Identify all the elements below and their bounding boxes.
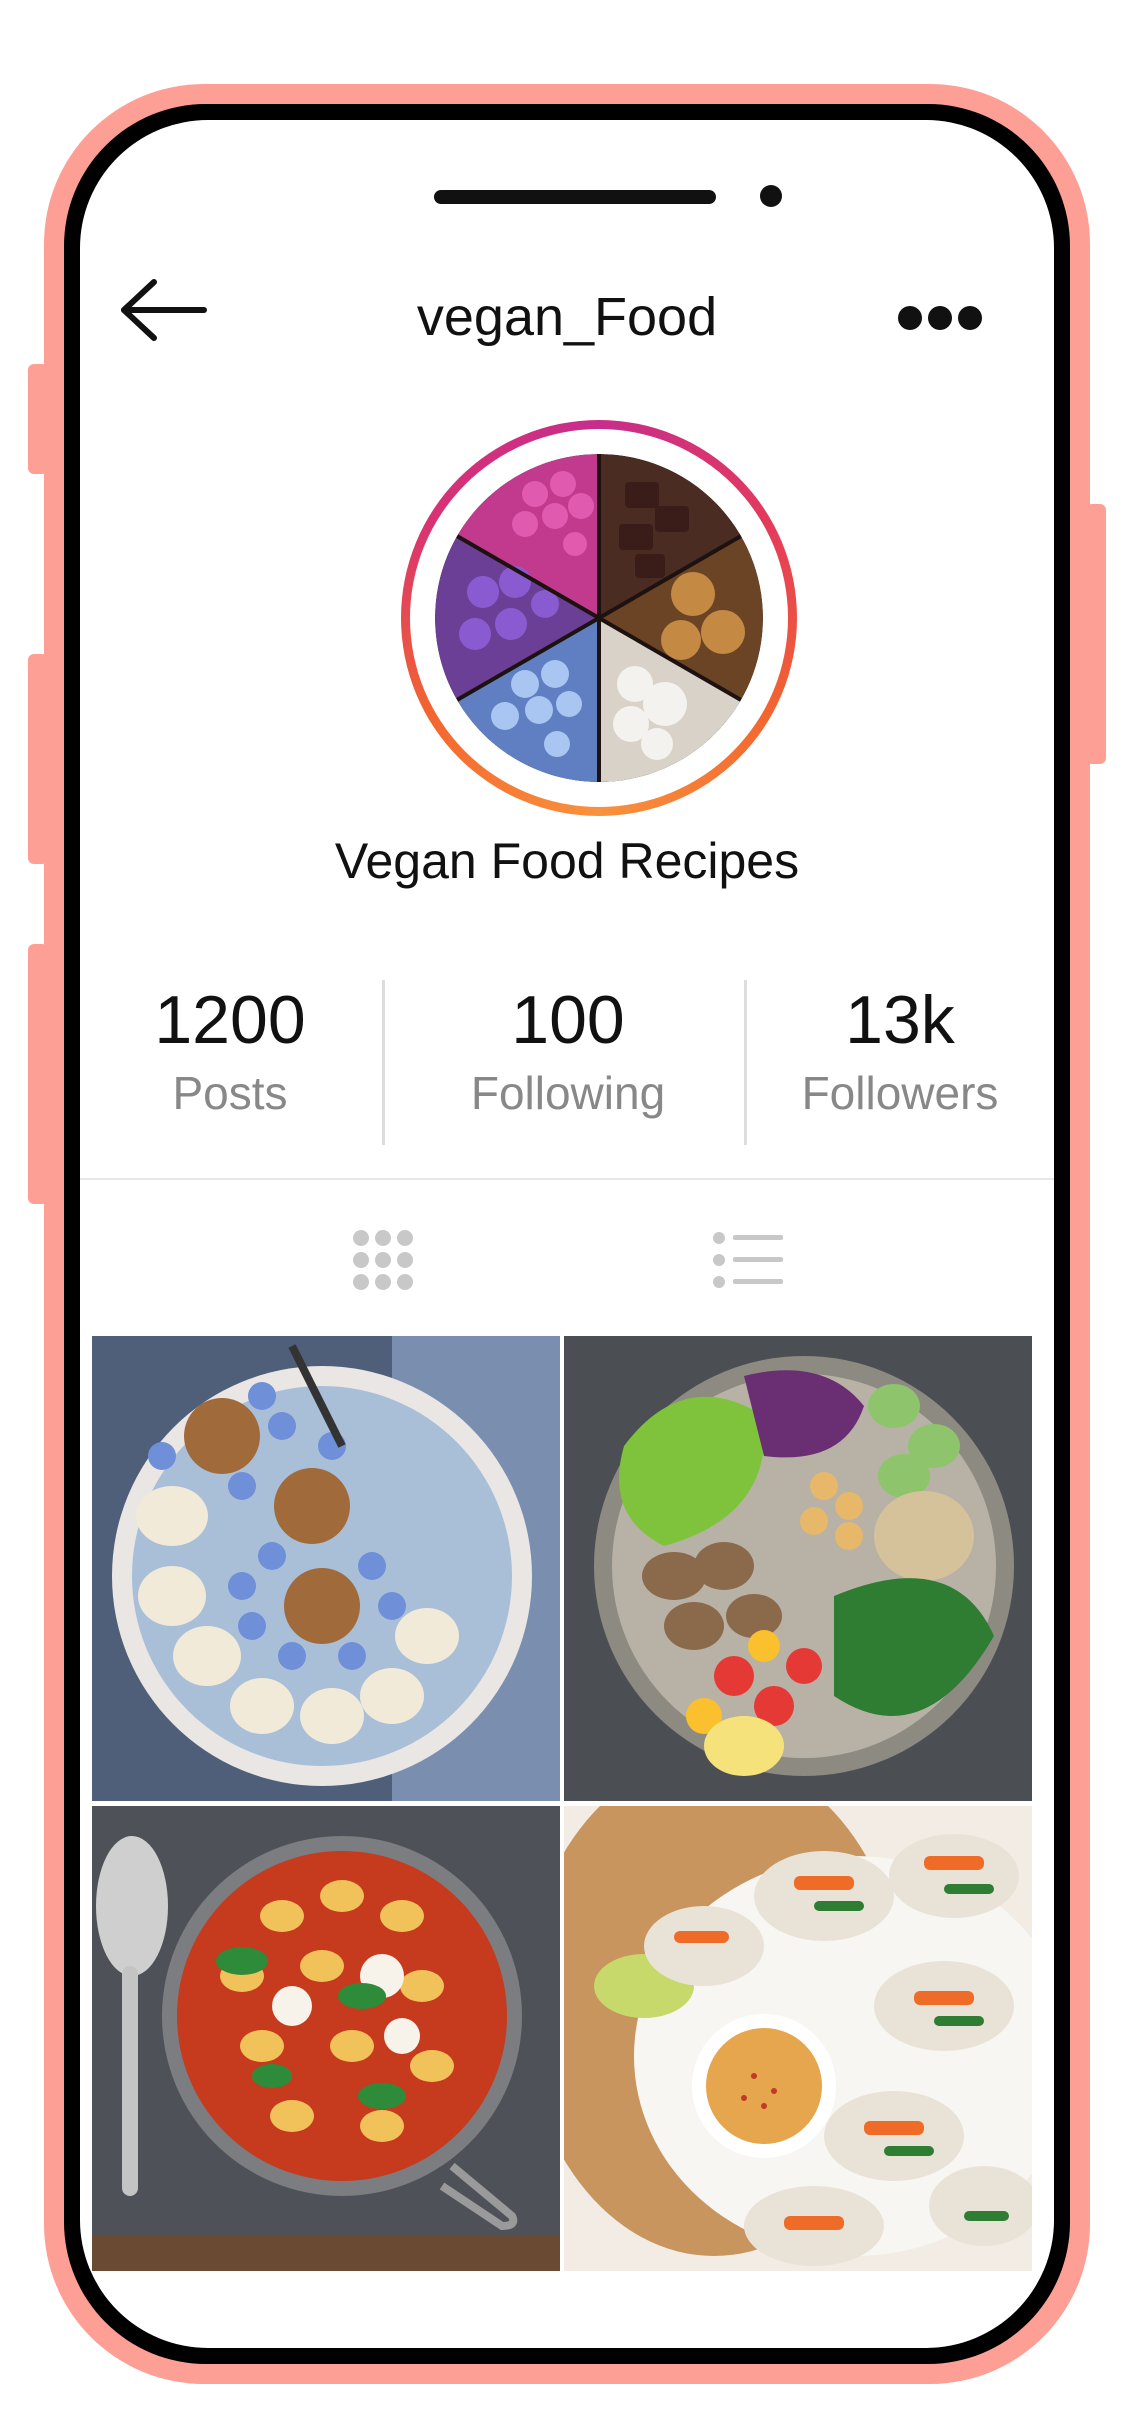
post-grid <box>92 1336 1042 2284</box>
power-button <box>1086 504 1106 764</box>
more-dot <box>958 306 982 330</box>
stat-label: Posts <box>172 1067 288 1119</box>
story-ring[interactable] <box>401 420 797 816</box>
section-divider <box>80 1178 1054 1180</box>
grid-icon[interactable] <box>343 1220 423 1300</box>
view-tabs <box>80 1220 1054 1300</box>
volume-up-button <box>28 654 48 864</box>
smoothie-bowl-photo <box>92 1336 560 1801</box>
salad-bowl-photo <box>564 1336 1032 1801</box>
speaker-grille <box>434 190 716 204</box>
avatar[interactable] <box>435 454 763 782</box>
stat-following[interactable]: 100 Following <box>418 980 718 1120</box>
phone-frame: vegan_Food Vegan Food Recipes 1200 Posts… <box>28 84 1106 2384</box>
post-tile[interactable] <box>564 1806 1032 2271</box>
stat-divider <box>744 980 747 1145</box>
stat-divider <box>382 980 385 1145</box>
front-camera <box>760 185 782 207</box>
stat-label: Following <box>470 1067 666 1119</box>
post-tile[interactable] <box>92 1336 560 1801</box>
profile-header: vegan_Food <box>80 250 1054 360</box>
stat-label: Followers <box>801 1067 999 1119</box>
gnocchi-pan-photo <box>92 1806 560 2271</box>
post-tile[interactable] <box>564 1336 1032 1801</box>
stat-posts[interactable]: 1200 Posts <box>80 980 380 1120</box>
stat-followers[interactable]: 13k Followers <box>750 980 1050 1120</box>
stat-value: 13k <box>845 982 955 1058</box>
more-dot <box>898 306 922 330</box>
phone-bezel: vegan_Food Vegan Food Recipes 1200 Posts… <box>64 104 1070 2364</box>
spring-rolls-photo <box>564 1806 1032 2271</box>
avatar-ring-gap <box>410 429 788 807</box>
more-dot <box>928 306 952 330</box>
profile-stats: 1200 Posts 100 Following 13k Followers <box>80 980 1054 1160</box>
list-icon[interactable] <box>707 1220 787 1300</box>
post-tile[interactable] <box>92 1806 560 2271</box>
profile-full-name: Vegan Food Recipes <box>334 833 800 889</box>
stat-value: 1200 <box>154 982 306 1058</box>
more-horizontal-icon[interactable] <box>898 306 982 332</box>
phone-screen: vegan_Food Vegan Food Recipes 1200 Posts… <box>80 120 1054 2348</box>
stat-value: 100 <box>511 982 625 1058</box>
volume-down-button <box>28 944 48 1204</box>
silent-switch <box>28 364 48 474</box>
